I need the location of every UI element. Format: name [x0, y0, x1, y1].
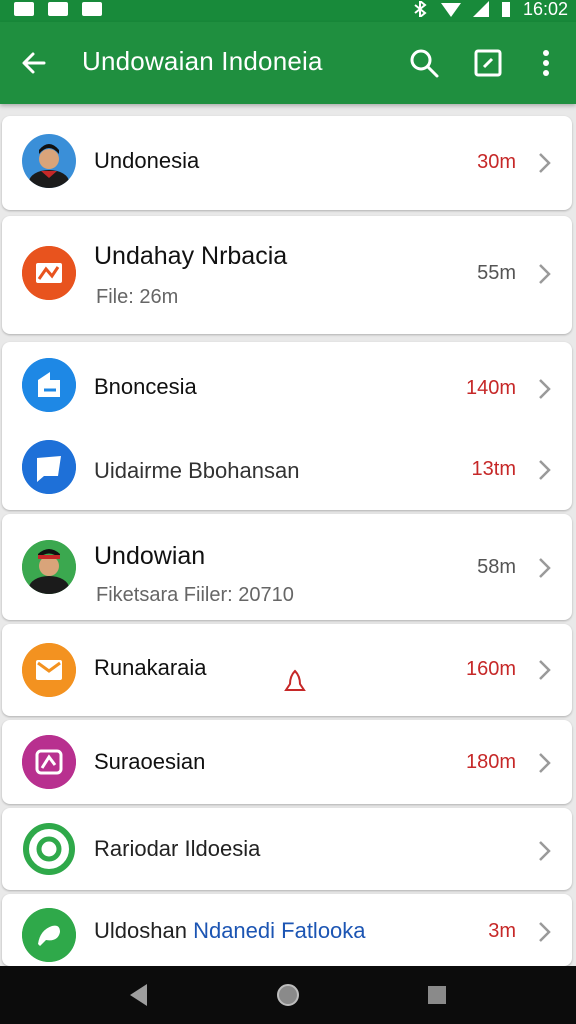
signal-icon — [472, 1, 489, 17]
list-item[interactable]: Undahay Nrbacia File: 26m 55m — [2, 216, 572, 334]
list-item[interactable]: Undonesia 30m — [2, 116, 572, 210]
avatar — [22, 440, 76, 494]
nav-back-icon[interactable] — [127, 982, 149, 1008]
avatar — [22, 735, 76, 789]
bluetooth-icon — [414, 1, 427, 17]
item-name: Bnoncesia — [94, 374, 197, 399]
status-bar: 16:02 — [0, 0, 576, 22]
page-title: Undowaian Indoneia — [82, 46, 323, 76]
edit-icon[interactable] — [472, 47, 504, 79]
item-time: 55m — [477, 262, 516, 284]
avatar — [22, 134, 76, 188]
chevron-right-icon — [539, 922, 551, 942]
mute-bell-icon — [284, 669, 306, 691]
item-name: Runakaraia — [94, 655, 207, 680]
item-name: Uldoshan Ndanedi Fatlooka — [94, 918, 366, 943]
item-subtitle: File: 26m — [96, 286, 179, 308]
nav-home-icon[interactable] — [276, 982, 300, 1008]
app-bar: Undowaian Indoneia — [0, 22, 576, 104]
item-name: Undowian — [94, 542, 206, 570]
item-name: Uidairme Bbohansan — [94, 458, 300, 483]
item-subtitle: Fiketsara Fiiler: 20710 — [96, 584, 294, 606]
notification-icon — [14, 2, 34, 16]
avatar — [22, 246, 76, 300]
more-options-icon[interactable] — [530, 47, 562, 79]
item-time: 13tm — [471, 458, 516, 480]
item-name: Suraoesian — [94, 749, 206, 774]
list-item[interactable]: Suraoesian 180m — [2, 720, 572, 804]
avatar — [22, 358, 76, 412]
list-item[interactable]: Bnoncesia 140m — [2, 342, 572, 428]
list-item[interactable]: Uldoshan Ndanedi Fatlooka 3m — [2, 894, 572, 966]
image-icon — [48, 2, 68, 16]
navigation-bar — [0, 966, 576, 1024]
avatar — [22, 908, 76, 962]
wifi-icon — [440, 3, 461, 17]
item-time: 160m — [465, 658, 516, 680]
avatar — [22, 540, 76, 594]
conversation-list: Undonesia 30m Undahay Nrbacia File: 26m … — [0, 104, 576, 966]
list-item[interactable]: Uidairme Bbohansan 13tm — [2, 428, 572, 510]
status-time: 16:02 — [522, 0, 568, 19]
list-item[interactable]: Rariodar Ildoesia — [2, 808, 572, 890]
item-time: 180m — [465, 751, 516, 773]
chevron-right-icon — [539, 558, 551, 578]
item-name: Undonesia — [94, 148, 200, 173]
chevron-right-icon — [539, 264, 551, 284]
chevron-right-icon — [539, 753, 551, 773]
list-item[interactable]: Undowian Fiketsara Fiiler: 20710 58m — [2, 514, 572, 620]
avatar — [22, 822, 76, 876]
list-group: Bnoncesia 140m Uidairme Bbohansan 13tm — [2, 342, 572, 510]
list-item[interactable]: Runakaraia 160m — [2, 624, 572, 716]
search-icon[interactable] — [408, 47, 440, 79]
item-time: 30m — [477, 151, 516, 173]
item-time: 58m — [477, 556, 516, 578]
avatar — [22, 643, 76, 697]
battery-icon — [501, 2, 510, 17]
chevron-right-icon — [539, 379, 551, 399]
item-time: 140m — [465, 377, 516, 399]
item-time: 3m — [488, 920, 516, 942]
item-name: Undahay Nrbacia — [94, 242, 288, 270]
nav-recents-icon[interactable] — [426, 982, 448, 1008]
chevron-right-icon — [539, 841, 551, 861]
item-name: Rariodar Ildoesia — [94, 836, 261, 861]
chevron-right-icon — [539, 153, 551, 173]
chevron-right-icon — [539, 660, 551, 680]
chevron-right-icon — [539, 460, 551, 480]
back-arrow-icon[interactable] — [18, 47, 50, 79]
folder-icon — [82, 2, 102, 16]
